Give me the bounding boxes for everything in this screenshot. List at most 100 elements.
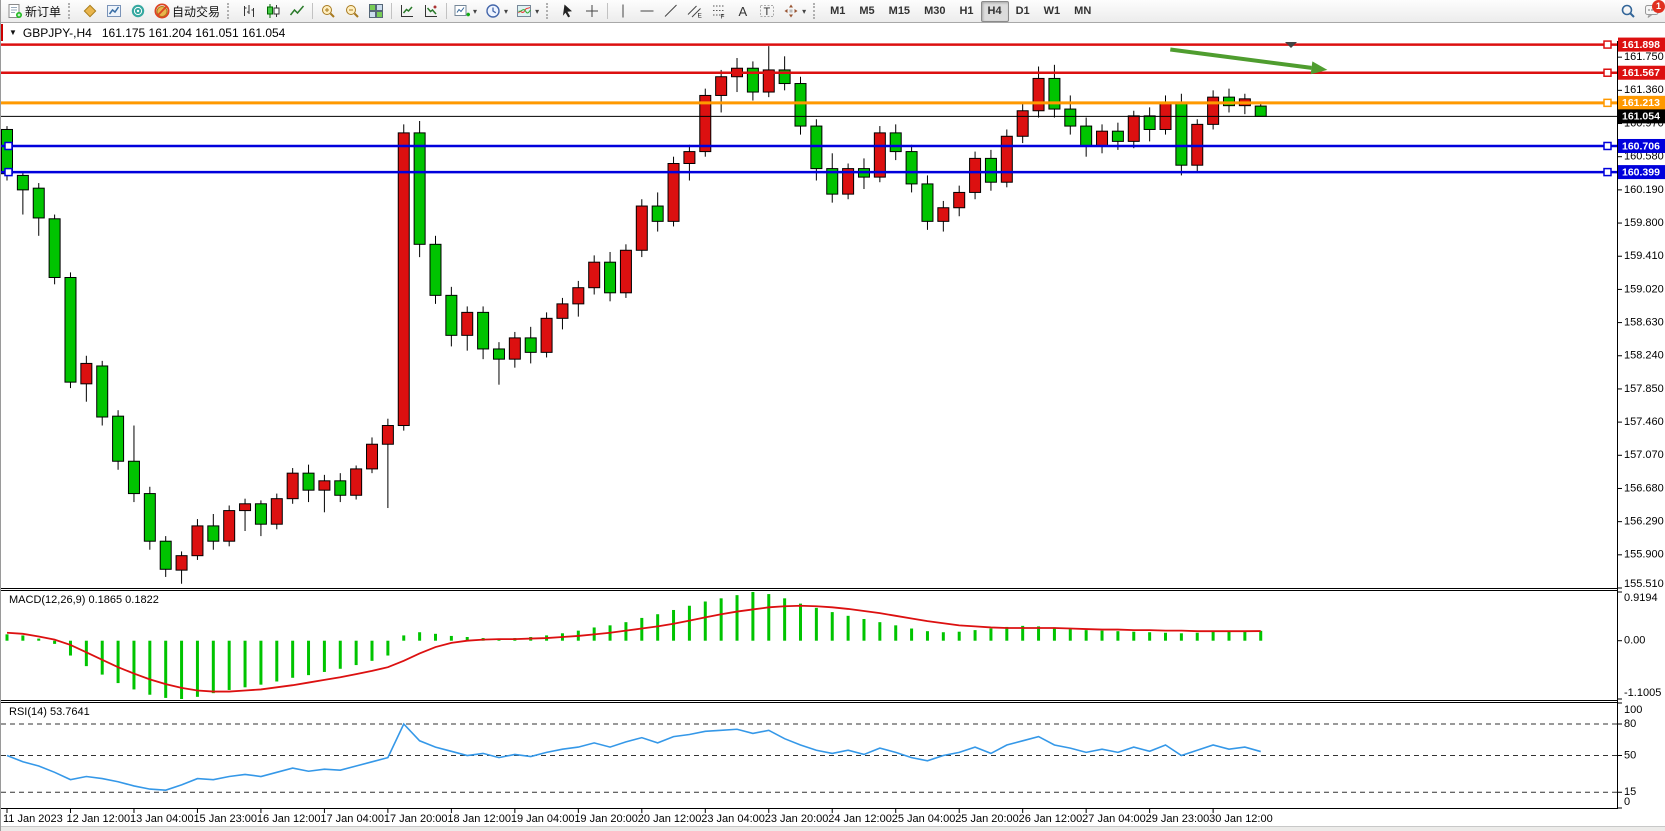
candle <box>1144 116 1155 130</box>
rsi-indicator-label: RSI(14) 53.7641 <box>9 706 90 718</box>
time-tick-label: 15 Jan 23:00 <box>193 813 257 825</box>
time-tick-label: 16 Jan 12:00 <box>257 813 321 825</box>
line-handle[interactable] <box>1604 169 1611 176</box>
time-tick-label: 27 Jan 04:00 <box>1082 813 1146 825</box>
line-handle[interactable] <box>1604 142 1611 149</box>
price-level-badge-label: 160.399 <box>1622 166 1660 178</box>
rsi-axis-label: 50 <box>1624 749 1636 761</box>
candle <box>240 504 251 511</box>
price-tick-label: 159.800 <box>1624 217 1664 229</box>
line-handle[interactable] <box>1604 69 1611 76</box>
candle <box>811 126 822 169</box>
candle <box>176 556 187 570</box>
price-tick-label: 160.190 <box>1624 184 1664 196</box>
price-level-badge-label: 160.706 <box>1622 140 1660 152</box>
macd-axis-label: 0.9194 <box>1624 592 1658 604</box>
time-tick-label: 25 Jan 20:00 <box>955 813 1019 825</box>
window-footer <box>1 826 1665 831</box>
price-tick-label: 161.750 <box>1624 51 1664 63</box>
line-handle[interactable] <box>5 169 12 176</box>
time-tick-label: 26 Jan 12:00 <box>1019 813 1083 825</box>
price-tick-label: 155.510 <box>1624 578 1664 590</box>
time-tick-label: 19 Jan 04:00 <box>511 813 575 825</box>
candle <box>1049 78 1060 109</box>
candle <box>922 184 933 221</box>
candle <box>652 206 663 221</box>
rsi-axis-label: 80 <box>1624 718 1636 730</box>
candle <box>144 494 155 542</box>
candle <box>128 461 139 493</box>
candle <box>160 541 171 569</box>
macd-axis-label: -1.1005 <box>1624 687 1661 699</box>
rsi-axis-label: 0 <box>1624 796 1630 808</box>
candle <box>541 318 552 352</box>
candle <box>684 152 695 164</box>
time-tick-label: 19 Jan 20:00 <box>574 813 638 825</box>
candle <box>509 338 520 359</box>
candle <box>255 504 266 524</box>
chart-canvas[interactable]: 161.750161.360160.970160.580160.190159.8… <box>1 0 1665 831</box>
price-level-badge-label: 161.054 <box>1622 111 1660 123</box>
candle <box>605 262 616 293</box>
line-handle[interactable] <box>1604 41 1611 48</box>
price-tick-label: 156.290 <box>1624 516 1664 528</box>
time-tick-label: 11 Jan 2023 <box>3 813 63 825</box>
candle <box>81 363 92 383</box>
price-tick-label: 157.070 <box>1624 449 1664 461</box>
candle <box>1112 131 1123 141</box>
candle <box>351 469 362 495</box>
candle <box>1097 131 1108 146</box>
candle <box>890 133 901 152</box>
candle <box>113 416 124 461</box>
time-tick-label: 17 Jan 20:00 <box>384 813 448 825</box>
price-tick-label: 158.240 <box>1624 350 1664 362</box>
line-handle[interactable] <box>1604 99 1611 106</box>
time-tick-label: 13 Jan 04:00 <box>130 813 194 825</box>
candle <box>2 129 13 173</box>
candle <box>33 188 44 218</box>
macd-indicator-label: MACD(12,26,9) 0.1865 0.1822 <box>9 594 159 606</box>
candle <box>382 426 393 445</box>
candle <box>398 133 409 426</box>
candle <box>716 77 727 96</box>
time-tick-label: 25 Jan 04:00 <box>892 813 956 825</box>
time-tick-label: 17 Jan 04:00 <box>320 813 384 825</box>
candle <box>493 349 504 359</box>
candle <box>208 526 219 541</box>
price-tick-label: 159.410 <box>1624 250 1664 262</box>
candle <box>1033 78 1044 110</box>
candle <box>446 295 457 335</box>
candle <box>287 473 298 499</box>
candle <box>1160 102 1171 129</box>
candle <box>795 84 806 127</box>
candle <box>303 473 314 490</box>
chart-background <box>1 41 1665 828</box>
candle <box>620 250 631 293</box>
price-tick-label: 155.900 <box>1624 549 1664 561</box>
time-tick-label: 23 Jan 20:00 <box>765 813 829 825</box>
candle <box>1255 106 1266 116</box>
candle <box>367 444 378 469</box>
time-tick-label: 29 Jan 23:00 <box>1146 813 1210 825</box>
line-handle[interactable] <box>5 142 12 149</box>
mt4-window: { "toolbar": { "items": [ {"t":"btn","na… <box>0 0 1665 831</box>
candle <box>1017 111 1028 137</box>
candle <box>1001 136 1012 182</box>
price-level-badge-label: 161.898 <box>1622 39 1660 51</box>
rsi-axis-label: 100 <box>1624 704 1642 716</box>
candle <box>557 304 568 318</box>
price-tick-label: 157.460 <box>1624 416 1664 428</box>
candle <box>525 338 536 352</box>
candle <box>478 312 489 349</box>
candle <box>1065 109 1076 126</box>
time-tick-label: 18 Jan 12:00 <box>447 813 511 825</box>
candle <box>224 511 235 542</box>
candle <box>192 526 203 556</box>
candle <box>874 133 885 177</box>
time-tick-label: 20 Jan 12:00 <box>638 813 702 825</box>
price-level-badge-label: 161.567 <box>1622 67 1660 79</box>
candle <box>65 277 76 382</box>
candle <box>985 158 996 182</box>
candle <box>1176 102 1187 165</box>
candle <box>430 244 441 295</box>
